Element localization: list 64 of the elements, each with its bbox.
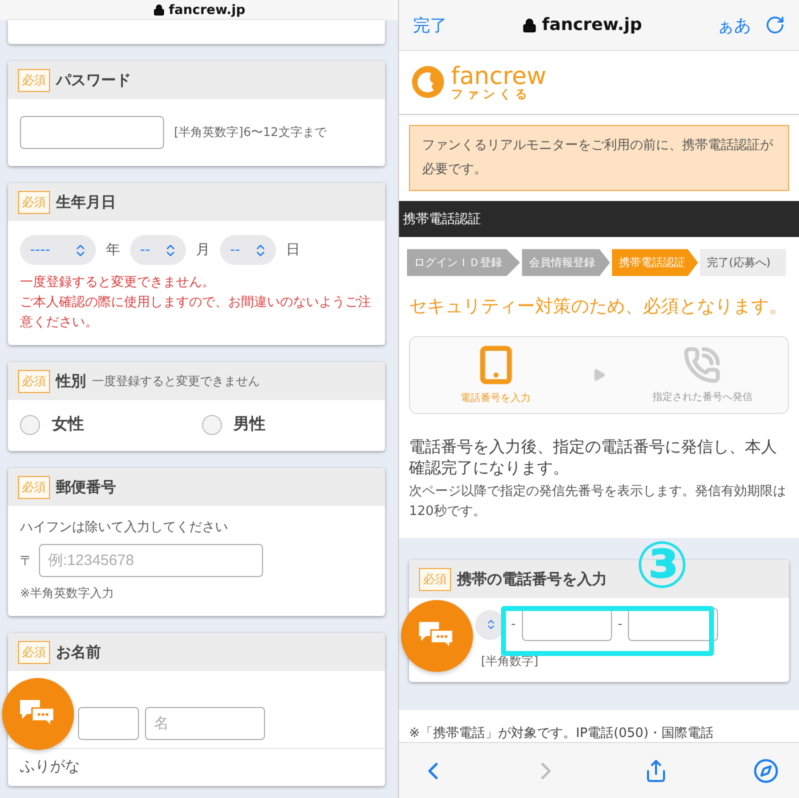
date-select[interactable]: -- — [220, 235, 276, 265]
annotation-number: ③ — [635, 534, 690, 598]
phone-hint: [半角数字] — [480, 653, 540, 670]
required-badge: 必須 — [419, 568, 451, 591]
progress-step: 会員情報登録 — [522, 249, 610, 276]
progress-step: 完了(応募へ) — [700, 249, 786, 276]
furigana-label: ふりがな — [20, 757, 81, 776]
field-title: パスワード — [56, 70, 131, 90]
notice-box: ファンくるリアルモニターをご利用の前に、携帯電話認証が必要です。 — [409, 124, 789, 191]
required-badge: 必須 — [18, 68, 50, 92]
logo-kana: ファンくる — [451, 88, 532, 100]
date-unit: 日 — [286, 241, 300, 259]
reload-icon[interactable] — [764, 15, 785, 36]
text-size-button[interactable]: ぁあ — [716, 14, 751, 37]
radio-label: 女性 — [52, 414, 84, 435]
postal-instruction: ハイフンは除いて入力してください — [20, 519, 229, 536]
logo-mark-icon — [411, 65, 445, 100]
phone-call-icon — [683, 346, 722, 384]
section-title: 携帯電話認証 — [399, 200, 799, 238]
progress-step: ログインＩＤ登録 — [407, 249, 520, 276]
postal-field[interactable]: 例:12345678 — [39, 544, 263, 577]
warning-text: 一度登録すると変更できません。 — [20, 274, 216, 292]
flow-label: 指定された番号へ発信 — [652, 390, 752, 404]
field-title: お名前 — [56, 642, 101, 662]
sub-description-text: 次ページ以降で指定の発信先番号を表示します。発信有効期限は120秒です。 — [409, 483, 787, 522]
warning-text: ご本人確認の際に使用しますので、お間違いのないようご注意ください。 — [20, 294, 372, 332]
required-badge: 必須 — [18, 640, 50, 664]
lock-icon — [152, 4, 165, 16]
progress-step: 携帯電話認証 — [612, 249, 698, 276]
separator-text: - — [618, 617, 622, 632]
password-hint: [半角英数字]6〜12文字まで — [174, 124, 326, 141]
lock-icon — [522, 18, 537, 33]
required-badge: 必須 — [18, 370, 50, 392]
headline: セキュリティー対策のため、必須となります。 — [409, 295, 788, 318]
date-select[interactable]: ---- — [20, 235, 96, 265]
compass-icon[interactable] — [752, 758, 779, 784]
done-button[interactable]: 完了 — [413, 14, 447, 37]
radio-button[interactable] — [202, 414, 222, 434]
field-note: 一度登録すると変更できません — [92, 372, 260, 390]
radio-label: 男性 — [234, 414, 266, 435]
postal-mark: 〒 — [20, 552, 33, 570]
domain-text: fancrew.jp — [542, 15, 642, 36]
field-title: 郵便番号 — [56, 478, 116, 496]
logo-text: fancrew — [451, 64, 546, 88]
first-name-field[interactable]: 名 — [145, 707, 265, 740]
required-badge: 必須 — [18, 190, 50, 214]
date-unit: 月 — [196, 241, 210, 259]
field-title: 性別 — [56, 372, 86, 390]
date-unit: 年 — [106, 241, 120, 259]
description-text: 電話番号を入力後、指定の電話番号に発信し、本人確認完了になります。 — [409, 436, 778, 478]
password-field[interactable] — [20, 116, 164, 149]
date-select[interactable]: -- — [130, 235, 186, 265]
postal-note: ※半角英数字入力 — [20, 585, 116, 602]
phone-field[interactable] — [522, 608, 612, 642]
radio-button[interactable] — [20, 414, 40, 434]
last-name-field[interactable] — [78, 707, 139, 740]
flow-label: 電話番号を入力 — [460, 392, 531, 406]
field-title: 生年月日 — [56, 192, 116, 212]
required-badge: 必須 — [18, 476, 50, 498]
field-title: 携帯の電話番号を入力 — [457, 570, 607, 589]
separator-text: - — [511, 617, 516, 632]
domain-text: fancrew.jp — [168, 2, 246, 18]
arrow-icon — [592, 368, 606, 382]
footnote-text: ※「携帯電話」が対象です。IP電話(050)・国際電話 — [409, 725, 715, 742]
